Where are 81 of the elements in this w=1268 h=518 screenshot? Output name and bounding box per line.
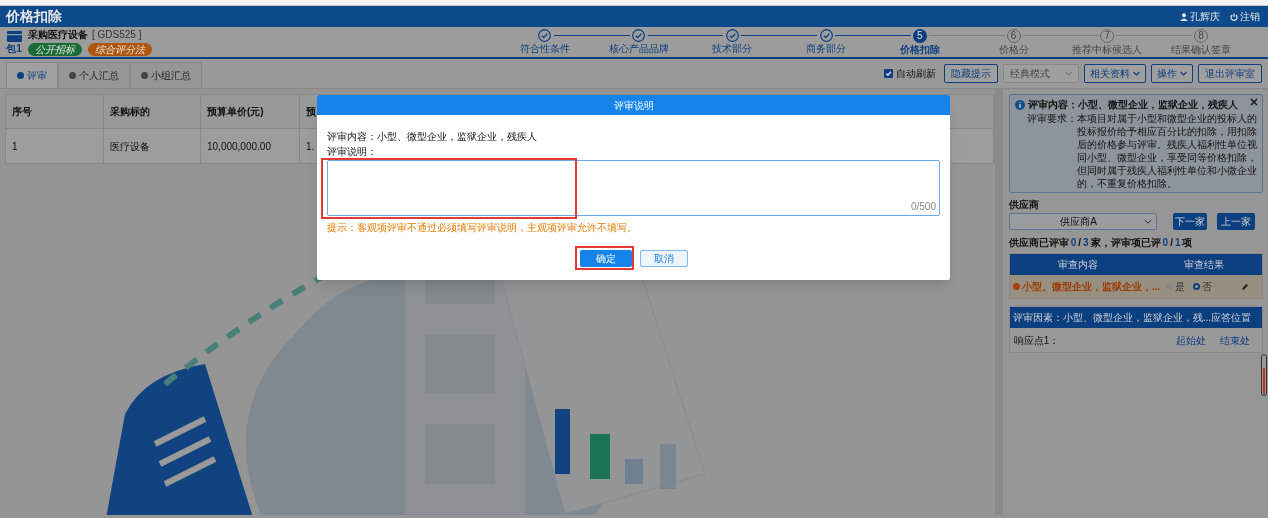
tab[interactable]: 评审 — [6, 62, 58, 88]
edit-icon[interactable] — [1241, 282, 1249, 291]
column-header: 采购标的 — [104, 95, 201, 128]
cancel-button[interactable]: 取消 — [639, 250, 688, 267]
mode-select[interactable]: 经典模式 — [1003, 64, 1079, 83]
folder-icon — [6, 30, 22, 42]
column-header: 审查结果 — [1183, 258, 1224, 272]
chevron-down-icon — [1133, 71, 1140, 76]
note-field-label: 评审说明： — [327, 146, 378, 158]
radio-option[interactable]: 否 — [1193, 279, 1212, 294]
requirement-text: 本项目对属于小型和微型企业的投标人的投标报价给予相应百分比的扣除，用扣除后的价格参与评审。残疾人福利性单位视同小型、微型企业，享受同等价格扣除，但同时属于残疾人福利性单位和小微企业的，不重复价格扣除。 — [1076, 112, 1257, 190]
table-cell: 医疗设备 — [104, 129, 201, 163]
chevron-down-icon — [1180, 71, 1187, 76]
auto-refresh-label: 自动刷新 — [896, 67, 936, 81]
project-code: [ GDS525 ] — [92, 28, 142, 41]
response-point-label: 响应点1： — [1013, 333, 1061, 348]
step-label[interactable]: 推荐中标候选人 — [1072, 44, 1143, 56]
highlight-frame — [575, 246, 634, 270]
dialog-content-text: 评审内容：小型、微型企业，监狱企业，残疾人 — [327, 131, 538, 143]
logout-button[interactable]: 注销 — [1230, 9, 1260, 24]
step-label[interactable]: 技术部分 — [712, 43, 753, 55]
count-number: 1 — [1174, 236, 1181, 250]
progress-text: 项 — [1182, 236, 1193, 250]
chevron-down-icon — [1143, 219, 1152, 224]
next-supplier-button[interactable]: 下一家 — [1172, 213, 1207, 230]
supplier-select[interactable]: 供应商A — [1008, 213, 1157, 230]
info-icon — [1014, 99, 1025, 110]
tab[interactable]: 小组汇总 — [130, 62, 202, 88]
dialog-title: 评审说明 — [317, 95, 950, 115]
column-header: 评审因素：小型、微型企业，监狱企业，残... — [1012, 311, 1211, 325]
project-name: 采购医疗设备 — [28, 28, 88, 41]
character-counter: 0/500 — [910, 201, 936, 213]
end-link[interactable]: 结束处 — [1219, 332, 1250, 348]
hide-tips-button[interactable]: 隐藏提示 — [944, 64, 998, 83]
progress-text: 家，评审项已评 — [1090, 236, 1161, 250]
count-number: 0 — [1070, 236, 1077, 250]
progress-text: / — [1078, 236, 1081, 250]
chevron-down-icon — [1065, 71, 1072, 76]
previous-supplier-button[interactable]: 上一家 — [1216, 213, 1255, 230]
note-field[interactable]: 0/500 — [327, 160, 940, 216]
exit-button[interactable]: 退出评审室 — [1198, 64, 1262, 83]
start-link[interactable]: 起始处 — [1175, 332, 1206, 348]
auto-refresh-checkbox[interactable] — [884, 69, 893, 78]
supplier-label: 供应商 — [1008, 198, 1040, 212]
confirm-button[interactable]: 确定 — [579, 250, 632, 267]
tab[interactable]: 个人汇总 — [58, 62, 130, 88]
requirement-label: 评审要求： — [1026, 112, 1077, 126]
actions-button[interactable]: 操作 — [1151, 64, 1193, 83]
user-name: 孔辉庆 — [1190, 10, 1220, 24]
review-item-text: 小型、微型企业，监狱企业，... — [1021, 280, 1160, 293]
column-header: 预算单价(元) — [201, 95, 300, 128]
column-header: 序号 — [6, 95, 104, 128]
method-tag: 公开招标 — [28, 42, 82, 56]
step-number: 8 — [1194, 29, 1209, 43]
step-number: 6 — [1006, 29, 1021, 43]
step-label[interactable]: 核心产品品牌 — [608, 43, 669, 55]
step-label[interactable]: 符合性条件 — [519, 43, 570, 55]
close-icon[interactable] — [1250, 98, 1258, 106]
power-icon — [1230, 12, 1238, 21]
radio-option[interactable]: 是 — [1166, 279, 1185, 294]
table-cell: 10,000,000.00 — [201, 129, 300, 163]
step-label[interactable]: 结果确认签章 — [1171, 44, 1232, 56]
column-header: 审查内容 — [1057, 258, 1098, 272]
count-number: 0 — [1162, 236, 1169, 250]
progress-text: 供应商已评审 — [1008, 236, 1069, 250]
user-icon — [1180, 12, 1188, 21]
package-label: 包1 — [6, 43, 22, 54]
materials-button[interactable]: 相关资料 — [1084, 64, 1146, 83]
info-title: 评审内容：小型、微型企业，监狱企业，残疾人 — [1027, 98, 1238, 112]
method-tag: 综合评分法 — [88, 42, 152, 56]
step-label[interactable]: 商务部分 — [806, 43, 847, 55]
page-title: 价格扣除 — [6, 7, 62, 26]
step-number: 7 — [1100, 29, 1115, 43]
step-number: 5 — [912, 29, 927, 43]
table-cell: 1 — [6, 129, 104, 163]
count-number: 3 — [1083, 236, 1089, 250]
step-label[interactable]: 价格分 — [998, 44, 1029, 56]
progress-text: / — [1170, 236, 1173, 250]
column-header: 应答位置 — [1211, 311, 1251, 325]
step-label[interactable]: 价格扣除 — [899, 44, 940, 56]
hint-text: 提示：客观项评审不通过必须填写评审说明，主观项评审允许不填写。 — [327, 222, 638, 234]
